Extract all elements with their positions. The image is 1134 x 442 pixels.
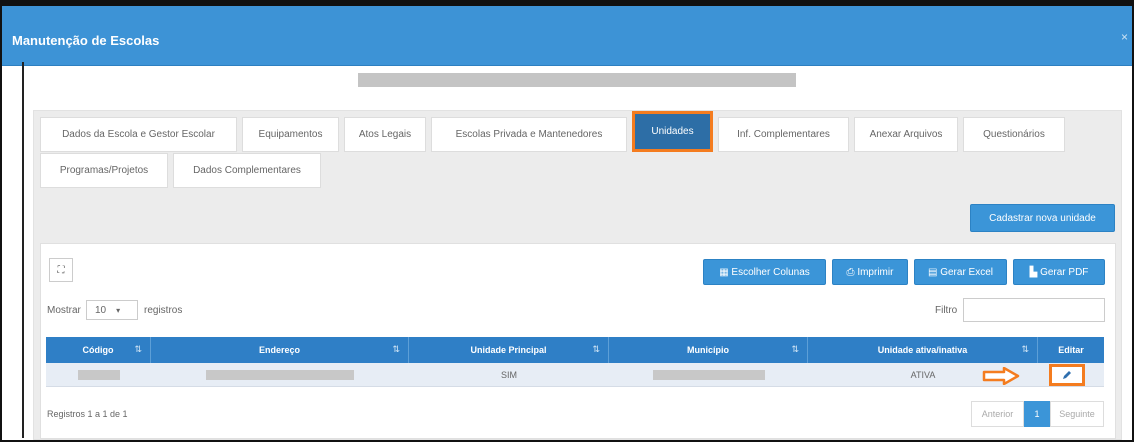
filter-label: Filtro <box>935 305 958 316</box>
new-unit-button[interactable]: Cadastrar nova unidade <box>970 204 1115 232</box>
left-border <box>22 62 24 438</box>
pager-prev[interactable]: Anterior <box>971 401 1024 427</box>
table-header: Código ⇅ Endereço ⇅ Unidade Principal ⇅ Mun… <box>46 337 1104 363</box>
sort-icon: ⇅ <box>1021 344 1029 354</box>
school-name-redacted <box>358 73 796 87</box>
print-icon: ⎙ <box>846 266 858 278</box>
close-icon[interactable]: × <box>1121 30 1128 44</box>
th-municipio[interactable]: Município ⇅ <box>609 337 808 363</box>
pencil-icon <box>1063 371 1071 379</box>
excel-icon: ▤ <box>927 266 941 278</box>
edit-button[interactable] <box>1049 364 1085 386</box>
th-editar-label: Editar <box>1058 345 1084 355</box>
tab-escolas-privada[interactable]: Escolas Privada e Mantenedores <box>431 117 627 152</box>
sort-icon: ⇅ <box>791 344 799 354</box>
endereco-redacted <box>206 370 354 380</box>
th-endereco-label: Endereço <box>258 345 300 355</box>
tab-unidades[interactable]: Unidades <box>632 111 713 152</box>
arrow-right-icon <box>982 367 1020 385</box>
tab-anexar-arquivos[interactable]: Anexar Arquivos <box>854 117 958 152</box>
filter-input[interactable] <box>963 298 1105 322</box>
tab-dados-complementares[interactable]: Dados Complementares <box>173 153 321 188</box>
excel-button[interactable]: ▤ Gerar Excel <box>914 259 1007 285</box>
print-button[interactable]: ⎙ Imprimir <box>832 259 908 285</box>
th-unidade-principal[interactable]: Unidade Principal ⇅ <box>409 337 609 363</box>
columns-icon: ▦ <box>719 266 732 278</box>
th-unidade-principal-label: Unidade Principal <box>470 345 547 355</box>
pager-next[interactable]: Seguinte <box>1050 401 1104 427</box>
pdf-button[interactable]: ▙ Gerar PDF <box>1013 259 1105 285</box>
expand-icon[interactable]: ⛶ <box>49 258 73 282</box>
codigo-redacted <box>77 370 120 380</box>
table-row: SIM ATIVA <box>46 363 1104 387</box>
show-label: Mostrar <box>47 305 81 316</box>
page-size-value: 10 <box>95 304 107 316</box>
choose-columns-label: Escolher Colunas <box>731 266 810 278</box>
tab-equipamentos[interactable]: Equipamentos <box>242 117 339 152</box>
tab-dados-escola[interactable]: Dados da Escola e Gestor Escolar <box>40 117 237 152</box>
cell-codigo <box>46 363 151 387</box>
sort-icon: ⇅ <box>592 344 600 354</box>
records-info: Registros 1 a 1 de 1 <box>47 409 128 419</box>
chevron-down-icon: ▾ <box>116 305 121 315</box>
cell-endereco <box>151 363 409 387</box>
records-label: registros <box>144 305 183 316</box>
cell-unidade-principal: SIM <box>500 370 517 380</box>
sort-icon: ⇅ <box>392 344 400 354</box>
th-ativa-inativa[interactable]: Unidade ativa/inativa ⇅ <box>808 337 1038 363</box>
window-titlebar: Manutenção de Escolas × <box>2 6 1132 66</box>
tab-inf-complementares[interactable]: Inf. Complementares <box>718 117 849 152</box>
print-label: Imprimir <box>857 266 894 278</box>
page-size-select[interactable]: 10 ▾ <box>86 300 138 320</box>
th-codigo-label: Código <box>82 345 114 355</box>
pdf-icon: ▙ <box>1029 266 1041 278</box>
th-editar: Editar <box>1038 337 1104 363</box>
excel-label: Gerar Excel <box>940 266 994 278</box>
municipio-redacted <box>652 370 765 380</box>
cell-municipio <box>609 363 808 387</box>
th-codigo[interactable]: Código ⇅ <box>46 337 151 363</box>
tab-atos-legais[interactable]: Atos Legais <box>344 117 426 152</box>
th-endereco[interactable]: Endereço ⇅ <box>151 337 409 363</box>
pdf-label: Gerar PDF <box>1040 266 1089 278</box>
th-ativa-inativa-label: Unidade ativa/inativa <box>877 345 968 355</box>
tab-programas-projetos[interactable]: Programas/Projetos <box>40 153 168 188</box>
sort-icon: ⇅ <box>134 344 142 354</box>
window-title: Manutenção de Escolas <box>12 33 160 48</box>
choose-columns-button[interactable]: ▦ Escolher Colunas <box>703 259 826 285</box>
th-municipio-label: Município <box>687 345 729 355</box>
tab-questionarios[interactable]: Questionários <box>963 117 1065 152</box>
pager-page-1[interactable]: 1 <box>1024 401 1050 427</box>
